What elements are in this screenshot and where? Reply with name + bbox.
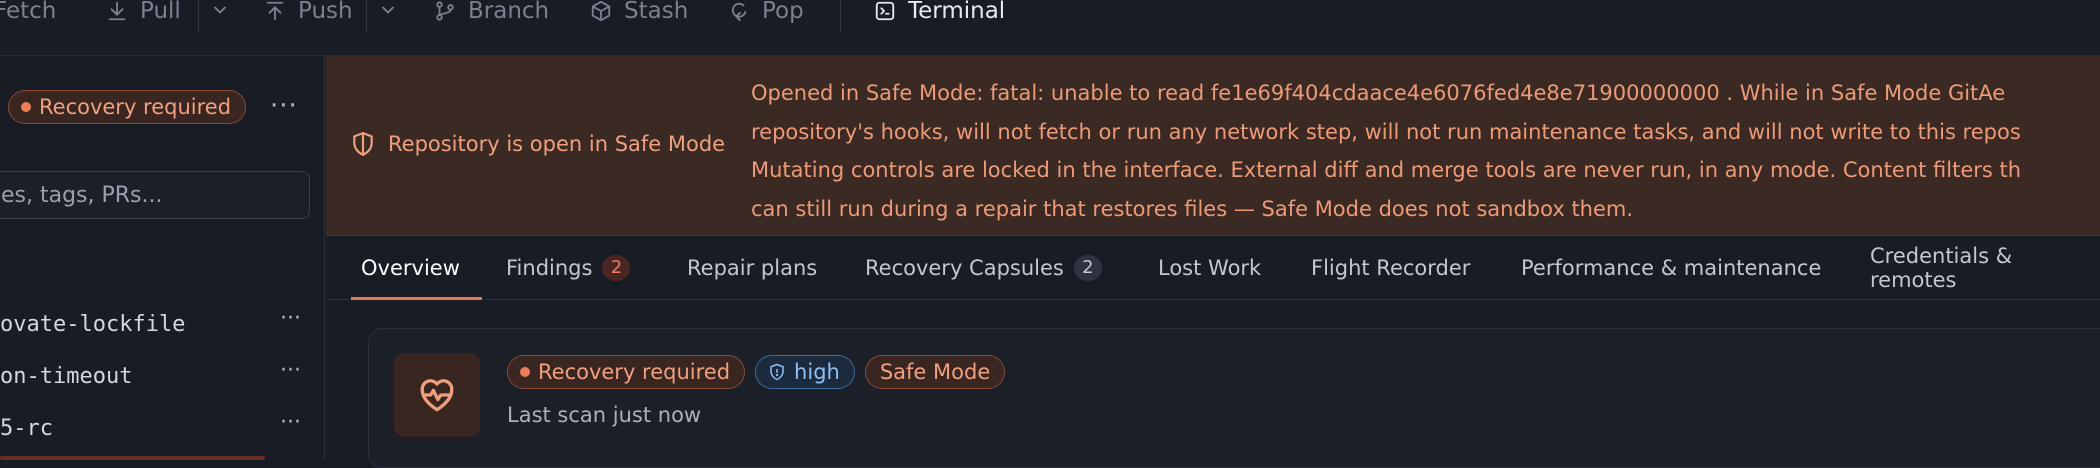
selected-branch-indicator	[0, 456, 265, 460]
status-badge-label: Recovery required	[39, 95, 232, 119]
branch-icon	[436, 1, 454, 21]
sidebar-branch-item[interactable]: on-timeout	[0, 364, 132, 389]
fetch-button[interactable]: Fetch	[0, 0, 56, 26]
tab-performance-maintenance[interactable]: Performance & maintenance	[1521, 236, 1821, 300]
banner-title: Repository is open in Safe Mode	[350, 131, 725, 157]
pull-icon	[108, 1, 126, 21]
banner-line: Mutating controls are locked in the inte…	[751, 158, 2022, 182]
health-icon-tile	[394, 353, 480, 437]
health-card: Recovery required high Safe Mode Last sc…	[368, 328, 2100, 468]
status-dot-icon	[520, 367, 530, 377]
pull-label: Pull	[140, 0, 181, 24]
push-button[interactable]: Push	[264, 0, 353, 26]
tab-flight-recorder[interactable]: Flight Recorder	[1311, 236, 1470, 300]
pull-options-chevron-icon[interactable]	[210, 0, 230, 24]
tab-label: Flight Recorder	[1311, 256, 1471, 280]
toolbar-divider	[366, 0, 367, 32]
tab-repair-plans[interactable]: Repair plans	[687, 236, 817, 300]
tab-bar: Overview Findings 2 Repair plans Recover…	[326, 236, 2100, 300]
pop-button[interactable]: Pop	[728, 0, 804, 26]
branch-more-icon[interactable]: ···	[280, 306, 301, 331]
branch-more-icon[interactable]: ···	[280, 358, 301, 383]
severity-badge-label: high	[794, 360, 840, 384]
tab-label: Recovery Capsules	[865, 256, 1064, 280]
banner-line: repository's hooks, will not fetch or ru…	[751, 119, 2021, 144]
push-label: Push	[298, 0, 353, 24]
push-options-chevron-icon[interactable]	[378, 0, 398, 24]
safe-mode-badge: Safe Mode	[864, 355, 1006, 389]
shield-icon	[770, 363, 784, 381]
tab-label: Credentials & remotes	[1870, 244, 2013, 292]
terminal-icon	[875, 1, 895, 21]
tab-findings[interactable]: Findings 2	[506, 236, 631, 300]
recovery-required-badge: Recovery required	[507, 355, 746, 389]
severity-badge: high	[755, 355, 855, 389]
stash-button[interactable]: Stash	[590, 0, 688, 26]
banner-title-label: Repository is open in Safe Mode	[388, 132, 726, 156]
tab-overview[interactable]: Overview	[351, 236, 482, 300]
terminal-label: Terminal	[908, 0, 1006, 24]
branch-more-icon[interactable]: ···	[280, 410, 301, 435]
sidebar-branch-item[interactable]: ovate-lockfile	[0, 312, 185, 337]
pop-label: Pop	[762, 0, 804, 24]
tab-label: Findings	[506, 256, 593, 280]
tab-label: Lost Work	[1158, 256, 1262, 280]
last-scan-text: Last scan just now	[507, 403, 702, 427]
branch-button[interactable]: Branch	[434, 0, 549, 26]
tab-label: Repair plans	[687, 256, 818, 280]
safe-mode-banner: Repository is open in Safe Mode Opened i…	[326, 56, 2100, 236]
heart-pulse-icon	[420, 379, 454, 412]
card-badges: Recovery required high Safe Mode	[507, 355, 1006, 389]
more-icon[interactable]: ···	[270, 93, 298, 119]
sidebar-status-badge: Recovery required	[8, 90, 247, 124]
search-input[interactable]: es, tags, PRs...	[0, 171, 310, 219]
push-icon	[266, 1, 284, 21]
banner-message: Opened in Safe Mode: fatal: unable to re…	[751, 74, 2100, 228]
tab-credentials-remotes[interactable]: Credentials & remotes	[1870, 236, 2100, 300]
tab-label: Performance & maintenance	[1521, 256, 1822, 280]
tab-label: Overview	[361, 256, 460, 280]
tab-recovery-capsules[interactable]: Recovery Capsules 2	[865, 236, 1102, 300]
stash-box-icon	[591, 0, 611, 22]
findings-count-badge: 2	[602, 255, 631, 281]
sidebar: Recovery required ··· es, tags, PRs... o…	[0, 56, 325, 460]
search-placeholder: es, tags, PRs...	[1, 182, 163, 208]
toolbar-divider	[840, 0, 841, 32]
toolbar-divider	[198, 0, 199, 32]
tab-lost-work[interactable]: Lost Work	[1158, 236, 1261, 300]
fetch-label: Fetch	[0, 0, 57, 24]
pull-button[interactable]: Pull	[106, 0, 181, 26]
banner-line: Opened in Safe Mode: fatal: unable to re…	[751, 81, 2006, 105]
terminal-button[interactable]: Terminal	[874, 0, 1005, 26]
banner-line: can still run during a repair that resto…	[751, 196, 1634, 221]
safe-mode-badge-label: Safe Mode	[879, 360, 991, 384]
capsules-count-badge: 2	[1073, 255, 1102, 281]
shield-icon	[353, 132, 373, 156]
stash-label: Stash	[624, 0, 689, 24]
sidebar-branch-item[interactable]: 5-rc	[0, 416, 53, 441]
branch-label: Branch	[468, 0, 550, 24]
recovery-badge-label: Recovery required	[538, 360, 731, 384]
pop-icon	[731, 2, 747, 22]
overview-panel: Recovery required high Safe Mode Last sc…	[326, 300, 2100, 468]
status-dot-icon	[21, 102, 31, 112]
toolbar: Fetch Pull Push Branch Stash Pop Termina…	[0, 0, 2100, 56]
